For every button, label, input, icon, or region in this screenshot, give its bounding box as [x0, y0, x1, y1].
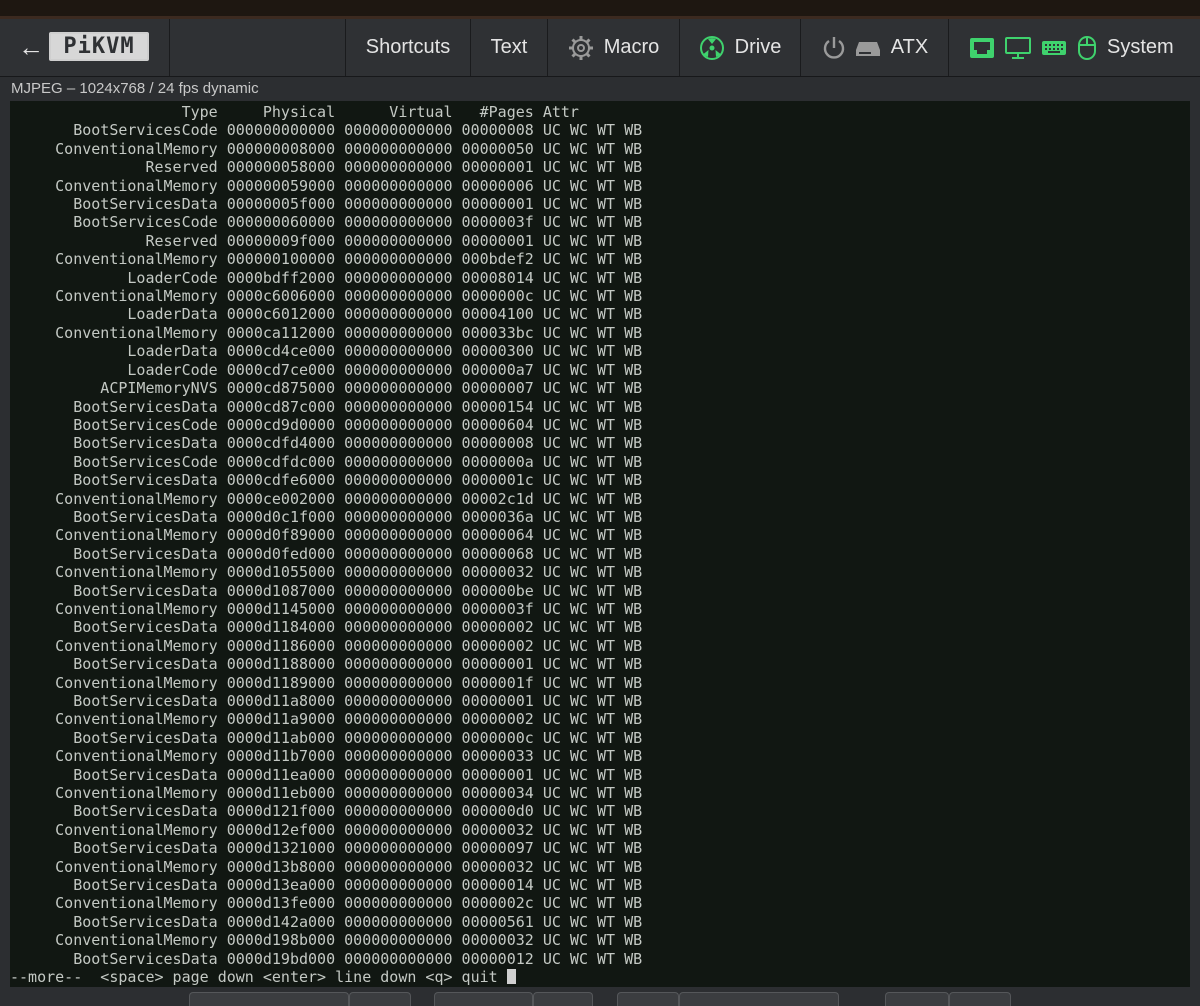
- memmap-row: ConventionalMemory 000000008000 00000000…: [55, 139, 643, 158]
- memmap-row: LoaderCode 0000cd7ce000 000000000000 000…: [127, 360, 643, 379]
- bottom-tab[interactable]: [533, 992, 593, 1006]
- system-menu-button[interactable]: System: [948, 19, 1200, 76]
- memmap-row: BootServicesCode 0000cd9d0000 0000000000…: [73, 415, 643, 434]
- hdd-icon: [855, 41, 880, 56]
- memmap-row: LoaderCode 0000bdff2000 000000000000 000…: [127, 268, 643, 287]
- memmap-row: ConventionalMemory 0000d11b7000 00000000…: [55, 747, 643, 766]
- shortcuts-menu-button[interactable]: Shortcuts: [345, 19, 470, 76]
- bottom-tab[interactable]: [189, 992, 349, 1006]
- memmap-row: ACPIMemoryNVS 0000cd875000 000000000000 …: [100, 379, 643, 398]
- pikvm-navbar: ← PiKVM Shortcuts Text Macro Drive ATX S…: [0, 19, 1200, 77]
- memmap-row: ConventionalMemory 0000d1055000 00000000…: [55, 563, 643, 582]
- text-menu-button[interactable]: Text: [470, 19, 547, 76]
- drive-disc-icon: [699, 35, 724, 60]
- shortcuts-label: Shortcuts: [365, 36, 451, 58]
- memmap-row: ConventionalMemory 0000ce002000 00000000…: [55, 489, 643, 508]
- memmap-rows: BootServicesCode 000000000000 0000000000…: [10, 121, 642, 967]
- atx-label: ATX: [890, 36, 929, 58]
- memmap-row: BootServicesData 0000d142a000 0000000000…: [73, 912, 643, 931]
- memmap-row: BootServicesData 0000d1321000 0000000000…: [73, 839, 643, 858]
- memmap-row: BootServicesData 0000d19bd000 0000000000…: [73, 949, 643, 968]
- bottom-tab[interactable]: [349, 992, 411, 1006]
- gear-icon: [568, 35, 593, 60]
- memmap-row: ConventionalMemory 0000d11a9000 00000000…: [55, 710, 643, 729]
- monitor-icon: [1005, 36, 1031, 59]
- memmap-row: LoaderData 0000cd4ce000 000000000000 000…: [127, 342, 643, 361]
- memmap-row: BootServicesData 0000d0c1f000 0000000000…: [73, 507, 643, 526]
- memmap-row: ConventionalMemory 0000d0f89000 00000000…: [55, 526, 643, 545]
- memmap-row: ConventionalMemory 0000d13fe000 00000000…: [55, 894, 643, 913]
- memmap-row: ConventionalMemory 0000d13b8000 00000000…: [55, 857, 643, 876]
- bottom-tab[interactable]: [679, 992, 839, 1006]
- drive-menu-button[interactable]: Drive: [679, 19, 800, 76]
- stream-info-label: MJPEG – 1024x768 / 24 fps dynamic: [11, 80, 259, 97]
- drive-label: Drive: [734, 36, 782, 58]
- memmap-row: BootServicesData 0000d1087000 0000000000…: [73, 581, 643, 600]
- browser-top-strip: [0, 0, 1200, 19]
- memmap-row: ConventionalMemory 0000d1189000 00000000…: [55, 673, 643, 692]
- memmap-row: Reserved 00000009f000 000000000000 00000…: [145, 231, 643, 250]
- memmap-row: BootServicesData 0000d11ea000 0000000000…: [73, 765, 643, 784]
- memmap-row: BootServicesData 0000d1184000 0000000000…: [73, 618, 643, 637]
- memmap-row: BootServicesCode 000000000000 0000000000…: [73, 121, 643, 140]
- bottom-panel: [0, 987, 1200, 1003]
- memmap-row: BootServicesCode 0000cdfdc000 0000000000…: [73, 452, 643, 471]
- memmap-header: Type Physical Virtual #Pages Attr: [10, 103, 579, 121]
- memmap-row: LoaderData 0000c6012000 000000000000 000…: [127, 305, 643, 324]
- power-icon: [823, 36, 844, 59]
- memmap-row: BootServicesData 0000cd87c000 0000000000…: [73, 397, 643, 416]
- system-label: System: [1107, 36, 1174, 58]
- macro-label: Macro: [603, 36, 660, 58]
- memmap-row: BootServicesData 0000d11ab000 0000000000…: [73, 728, 643, 747]
- memmap-row: ConventionalMemory 0000d12ef000 00000000…: [55, 820, 643, 839]
- bottom-tab[interactable]: [949, 992, 1011, 1006]
- memmap-row: BootServicesData 0000d1188000 0000000000…: [73, 655, 643, 674]
- memmap-row: BootServicesData 0000d13ea000 0000000000…: [73, 876, 643, 895]
- memmap-row: ConventionalMemory 0000d1145000 00000000…: [55, 599, 643, 618]
- memmap-row: ConventionalMemory 0000ca112000 00000000…: [55, 323, 643, 342]
- memmap-row: BootServicesData 0000cdfe6000 0000000000…: [73, 471, 643, 490]
- memmap-row: BootServicesCode 000000060000 0000000000…: [73, 213, 643, 232]
- memmap-row: Reserved 000000058000 000000000000 00000…: [145, 158, 643, 177]
- keyboard-icon: [1042, 40, 1066, 55]
- bottom-tab[interactable]: [617, 992, 679, 1006]
- remote-screen[interactable]: Type Physical Virtual #Pages Attr BootSe…: [10, 101, 1190, 987]
- memmap-row: ConventionalMemory 0000d198b000 00000000…: [55, 931, 643, 950]
- atx-menu-button[interactable]: ATX: [800, 19, 948, 76]
- memmap-row: BootServicesData 0000d0fed000 0000000000…: [73, 544, 643, 563]
- navbar-divider: [169, 19, 170, 76]
- memmap-row: ConventionalMemory 0000d1186000 00000000…: [55, 636, 643, 655]
- terminal-output: Type Physical Virtual #Pages Attr BootSe…: [10, 103, 642, 987]
- mouse-icon: [1078, 35, 1096, 60]
- arrow-left-icon[interactable]: ←: [18, 32, 44, 63]
- ethernet-port-icon: [970, 37, 994, 58]
- memmap-row: BootServicesData 00000005f000 0000000000…: [73, 195, 643, 214]
- memmap-row: BootServicesData 0000d121f000 0000000000…: [73, 802, 643, 821]
- bottom-tab[interactable]: [434, 992, 533, 1006]
- terminal-cursor: [506, 969, 516, 985]
- memmap-row: BootServicesData 0000d11a8000 0000000000…: [73, 692, 643, 710]
- memmap-row: BootServicesData 0000cdfd4000 0000000000…: [73, 434, 643, 453]
- memmap-row: ConventionalMemory 0000d11eb000 00000000…: [55, 784, 643, 803]
- bottom-tab[interactable]: [885, 992, 949, 1006]
- memmap-row: ConventionalMemory 000000100000 00000000…: [55, 250, 643, 269]
- memmap-row: ConventionalMemory 0000c6006000 00000000…: [55, 287, 643, 306]
- pikvm-logo: PiKVM: [49, 32, 149, 61]
- memmap-row: ConventionalMemory 000000059000 00000000…: [55, 176, 643, 195]
- macro-menu-button[interactable]: Macro: [547, 19, 679, 76]
- text-label: Text: [490, 36, 528, 58]
- pager-prompt: --more-- <space> page down <enter> line …: [10, 968, 507, 987]
